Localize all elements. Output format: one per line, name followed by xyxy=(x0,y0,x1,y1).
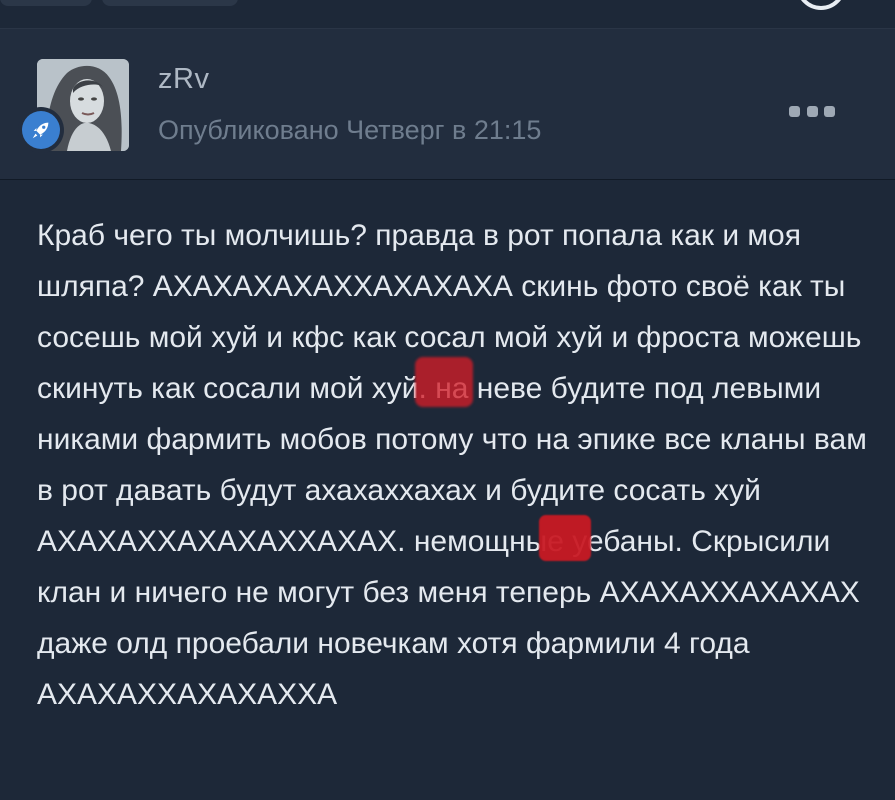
rocket-badge xyxy=(18,107,64,153)
post-header: zRv Опубликовано Четверг в 21:15 xyxy=(0,28,895,180)
author-name[interactable]: zRv xyxy=(158,63,209,96)
rocket-icon xyxy=(22,111,60,149)
top-bar xyxy=(0,0,895,28)
more-options-button[interactable] xyxy=(789,101,835,121)
post-text: Краб чего ты молчишь? правда в рот попал… xyxy=(37,219,867,711)
top-action-icon[interactable] xyxy=(796,0,846,10)
censor-mark xyxy=(539,515,591,561)
top-tab-placeholder[interactable] xyxy=(102,0,238,6)
censor-mark xyxy=(415,357,473,407)
more-dots-icon xyxy=(806,105,818,117)
more-dots-icon xyxy=(789,105,800,117)
published-time: Опубликовано Четверг в 21:15 xyxy=(158,115,542,145)
top-tab-placeholder[interactable] xyxy=(0,0,92,6)
more-dots-icon xyxy=(824,105,835,117)
post-body: Краб чего ты молчишь? правда в рот попал… xyxy=(0,180,895,800)
